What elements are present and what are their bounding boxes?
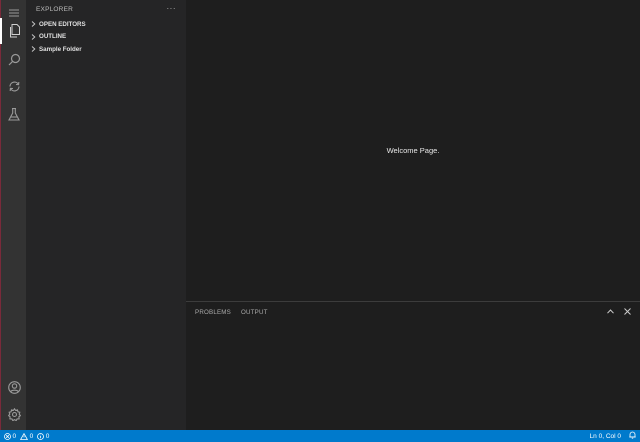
activity-bar xyxy=(0,0,26,430)
flask-icon[interactable] xyxy=(1,101,27,127)
panel-actions xyxy=(606,307,632,316)
sidebar-header: EXPLORER ··· xyxy=(26,0,186,18)
warning-count-value: 0 xyxy=(29,432,34,440)
sync-icon[interactable] xyxy=(1,73,27,99)
status-problems[interactable]: 0 0 0 xyxy=(4,432,51,440)
bell-icon[interactable] xyxy=(629,431,636,441)
section-label: Sample Folder xyxy=(39,45,82,53)
error-count-value: 0 xyxy=(12,432,17,440)
bottom-panel: PROBLEMS OUTPUT xyxy=(186,301,640,430)
more-actions-button[interactable]: ··· xyxy=(167,5,177,13)
section-sample-folder[interactable]: Sample Folder xyxy=(26,43,186,56)
close-icon[interactable] xyxy=(623,307,632,316)
tab-problems[interactable]: PROBLEMS xyxy=(195,309,231,316)
error-count: 0 xyxy=(4,433,16,440)
chevron-right-icon xyxy=(31,33,37,40)
app-window: EXPLORER ··· OPEN EDITORS OUTLINE Sample… xyxy=(0,0,640,442)
info-count-value: 0 xyxy=(45,432,50,440)
welcome-text: Welcome Page. xyxy=(386,146,440,155)
chevron-up-icon[interactable] xyxy=(606,307,615,316)
tab-output[interactable]: OUTPUT xyxy=(241,309,268,316)
sidebar-title: EXPLORER xyxy=(36,5,74,13)
explorer-sidebar: EXPLORER ··· OPEN EDITORS OUTLINE Sample… xyxy=(26,0,186,430)
panel-tabs: PROBLEMS OUTPUT xyxy=(195,309,268,316)
search-icon[interactable] xyxy=(1,46,27,72)
status-bar: 0 0 0 Ln 0, Col 0 xyxy=(0,430,640,442)
section-open-editors[interactable]: OPEN EDITORS xyxy=(26,18,186,31)
warning-count: 0 xyxy=(20,432,34,440)
warning-icon xyxy=(20,432,29,440)
info-icon xyxy=(37,432,45,440)
status-right: Ln 0, Col 0 xyxy=(590,431,636,441)
section-label: OPEN EDITORS xyxy=(39,20,86,28)
explorer-icon[interactable] xyxy=(0,18,27,44)
gear-icon[interactable] xyxy=(1,401,27,427)
error-icon xyxy=(4,432,11,440)
section-outline[interactable]: OUTLINE xyxy=(26,31,186,44)
chevron-right-icon xyxy=(31,46,37,53)
chevron-right-icon xyxy=(31,21,37,28)
section-label: OUTLINE xyxy=(39,33,67,41)
info-count: 0 xyxy=(37,433,49,440)
account-icon[interactable] xyxy=(1,374,27,400)
editor-area[interactable]: Welcome Page. xyxy=(186,0,640,301)
cursor-position[interactable]: Ln 0, Col 0 xyxy=(590,433,621,440)
